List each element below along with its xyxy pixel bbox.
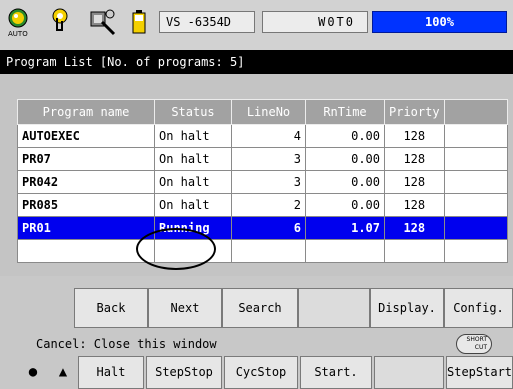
table-row[interactable]: PR042 On halt 3 0.00 128 bbox=[17, 170, 508, 194]
cycle-stop-button[interactable]: CycStop bbox=[224, 356, 298, 389]
cell-run-time: 1.07 bbox=[305, 216, 385, 240]
auto-label: AUTO bbox=[8, 30, 28, 38]
cell-program-name: PR042 bbox=[17, 170, 155, 194]
display-button[interactable]: Display. bbox=[370, 288, 444, 328]
cell-line-no: 4 bbox=[231, 124, 306, 148]
table-row-empty[interactable] bbox=[17, 239, 508, 263]
config-button[interactable]: Config. bbox=[444, 288, 513, 328]
cell-line-no: 2 bbox=[231, 193, 306, 217]
cell-status: On halt bbox=[154, 193, 232, 217]
cell-empty bbox=[231, 239, 306, 263]
cell-run-time: 0.00 bbox=[305, 170, 385, 194]
header-priority: Priorty bbox=[384, 99, 445, 125]
search-button[interactable]: Search bbox=[222, 288, 298, 328]
cell-priority: 128 bbox=[384, 170, 445, 194]
header-empty bbox=[443, 99, 508, 125]
table-row[interactable]: AUTOEXEC On halt 4 0.00 128 bbox=[17, 124, 508, 148]
cell-run-time: 0.00 bbox=[305, 147, 385, 171]
top-status-bar: AUTO VS -6354D W0T0 100% bbox=[0, 0, 513, 50]
cell-empty bbox=[443, 239, 508, 263]
start-button[interactable]: Start. bbox=[300, 356, 372, 389]
cell-line-no: 3 bbox=[231, 147, 306, 171]
cell-empty bbox=[443, 193, 508, 217]
shortcut-label-bottom: CUT bbox=[474, 344, 487, 351]
record-dot-icon[interactable]: ● bbox=[18, 356, 48, 389]
cell-line-no: 3 bbox=[231, 170, 306, 194]
tools-icon[interactable] bbox=[88, 8, 116, 38]
function-key-row-1: Back Next Search Display. Config. bbox=[0, 286, 513, 331]
table-header-row: Program name Status LineNo RnTime Priort… bbox=[17, 99, 508, 125]
cell-priority: 128 bbox=[384, 147, 445, 171]
cell-empty bbox=[443, 147, 508, 171]
header-line-no: LineNo bbox=[231, 99, 306, 125]
shortcut-label-top: SHORT bbox=[466, 336, 487, 343]
cell-priority: 128 bbox=[384, 193, 445, 217]
cell-run-time: 0.00 bbox=[305, 193, 385, 217]
cell-status: On halt bbox=[154, 124, 232, 148]
program-table-area: Program name Status LineNo RnTime Priort… bbox=[0, 74, 513, 276]
window-title: Program List [No. of programs: 5] bbox=[0, 50, 513, 74]
message-text: Cancel: Close this window bbox=[36, 337, 217, 351]
message-bar: Cancel: Close this window SHORT CUT bbox=[0, 333, 513, 356]
blank-key-1[interactable] bbox=[298, 288, 370, 328]
cell-status: On halt bbox=[154, 170, 232, 194]
table-row[interactable]: PR07 On halt 3 0.00 128 bbox=[17, 147, 508, 171]
cell-empty bbox=[384, 239, 445, 263]
cell-empty bbox=[443, 170, 508, 194]
shortcut-button[interactable]: SHORT CUT bbox=[456, 334, 492, 354]
cell-priority: 128 bbox=[384, 124, 445, 148]
back-button[interactable]: Back bbox=[74, 288, 148, 328]
step-start-button[interactable]: StepStart bbox=[446, 356, 513, 389]
cell-empty bbox=[443, 124, 508, 148]
step-stop-button[interactable]: StepStop bbox=[146, 356, 222, 389]
cell-empty bbox=[443, 216, 508, 240]
header-status: Status bbox=[154, 99, 232, 125]
up-arrow-icon[interactable]: ▲ bbox=[48, 356, 78, 389]
mode-field: VS -6354D bbox=[159, 11, 255, 33]
zoom-level[interactable]: 100% bbox=[372, 11, 507, 33]
function-key-row-2: ● ▲ Halt StepStop CycStop Start. StepSta… bbox=[0, 356, 513, 389]
cell-program-name: PR085 bbox=[17, 193, 155, 217]
header-run-time: RnTime bbox=[305, 99, 385, 125]
cell-run-time: 0.00 bbox=[305, 124, 385, 148]
header-program-name: Program name bbox=[17, 99, 155, 125]
cell-program-name: PR01 bbox=[17, 216, 155, 240]
cell-status: On halt bbox=[154, 147, 232, 171]
auto-mode-icon[interactable]: AUTO bbox=[6, 8, 32, 38]
cell-program-name: AUTOEXEC bbox=[17, 124, 155, 148]
running-status-highlight-circle bbox=[136, 228, 216, 270]
cell-program-name: PR07 bbox=[17, 147, 155, 171]
halt-button[interactable]: Halt bbox=[78, 356, 144, 389]
battery-icon[interactable] bbox=[130, 8, 156, 38]
table-row[interactable]: PR085 On halt 2 0.00 128 bbox=[17, 193, 508, 217]
table-row-selected[interactable]: PR01 Running 6 1.07 128 bbox=[17, 216, 508, 240]
cell-priority: 128 bbox=[384, 216, 445, 240]
next-button[interactable]: Next bbox=[148, 288, 222, 328]
program-table: Program name Status LineNo RnTime Priort… bbox=[17, 99, 508, 263]
wot-field: W0T0 bbox=[262, 11, 368, 33]
cell-line-no: 6 bbox=[231, 216, 306, 240]
cell-empty bbox=[17, 239, 155, 263]
robot-person-icon[interactable] bbox=[48, 8, 74, 38]
cell-empty bbox=[305, 239, 385, 263]
blank-key-2[interactable] bbox=[374, 356, 444, 389]
program-list-window: AUTO VS -6354D W0T0 100% Program List [N… bbox=[0, 0, 513, 389]
